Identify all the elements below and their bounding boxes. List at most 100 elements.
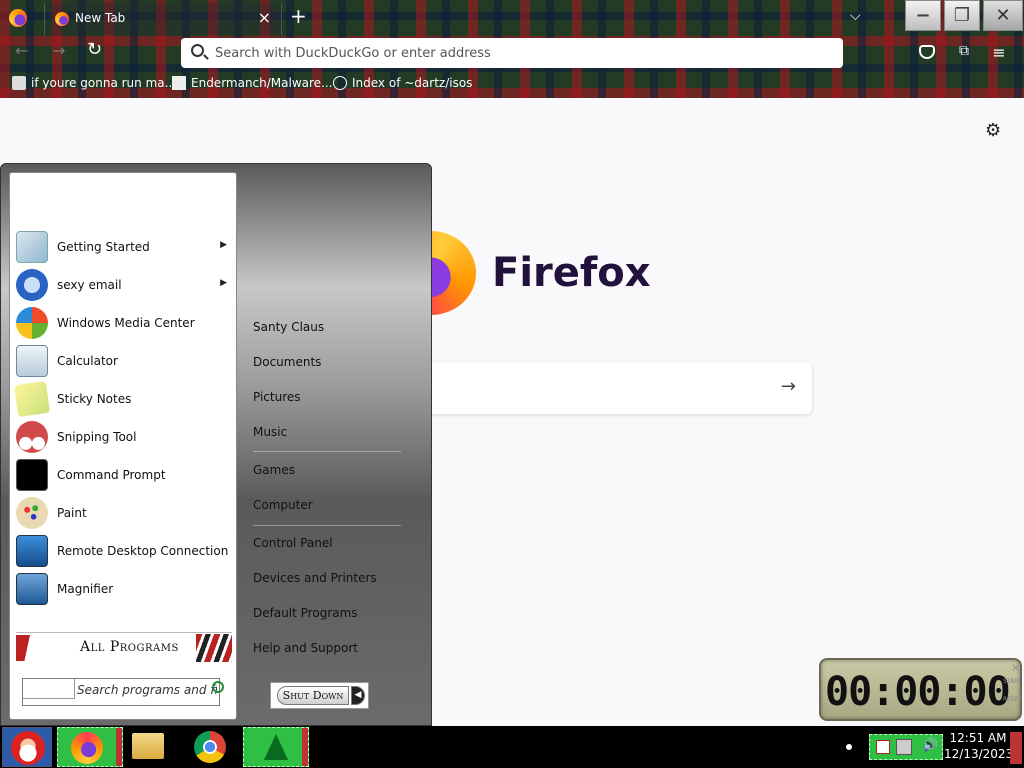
- paint-icon: [16, 497, 48, 529]
- clock-date: 12/13/2023: [944, 747, 1014, 761]
- start-item-default-programs[interactable]: Default Programs: [253, 606, 358, 620]
- forward-icon[interactable]: →: [52, 41, 65, 60]
- taskbar-highlight: [302, 728, 308, 766]
- program-magnifier[interactable]: Magnifier: [16, 571, 231, 607]
- network-icon[interactable]: [896, 739, 912, 755]
- program-windows-media-center[interactable]: Windows Media Center: [16, 305, 231, 341]
- shutdown-group: Shut Down ◀: [270, 682, 369, 709]
- program-label: Calculator: [57, 354, 118, 368]
- program-label: Magnifier: [57, 582, 114, 596]
- programs-pane: Getting Started ▶ sexy email ▶ Windows M…: [9, 172, 237, 720]
- program-calculator[interactable]: Calculator: [16, 343, 231, 379]
- start-item-user[interactable]: Santy Claus: [253, 320, 324, 334]
- minimize-button[interactable]: −: [905, 0, 941, 31]
- program-label: Windows Media Center: [57, 316, 195, 330]
- remote-desktop-icon: [16, 535, 48, 567]
- start-item-help-support[interactable]: Help and Support: [253, 641, 358, 655]
- snipping-tool-icon: [16, 421, 48, 453]
- url-bar[interactable]: [181, 38, 843, 68]
- taskbar: 🔊 12:51 AM 12/13/2023: [0, 726, 1024, 768]
- tab-title: New Tab: [75, 11, 126, 25]
- bookmark-label: Endermanch/Malware...: [191, 76, 333, 90]
- bookmark-item[interactable]: Index of ~dartz/isos: [333, 76, 472, 90]
- firefox-icon: [71, 732, 103, 764]
- program-label: Snipping Tool: [57, 430, 137, 444]
- program-label: Getting Started: [57, 240, 150, 254]
- close-gadget-icon[interactable]: ×: [1011, 661, 1020, 674]
- separator: [253, 451, 401, 452]
- tab-strip: New Tab × + ⌵ − ❐ ✕: [0, 0, 1024, 36]
- program-paint[interactable]: Paint: [16, 495, 231, 531]
- start-item-documents[interactable]: Documents: [253, 355, 321, 369]
- start-button[interactable]: [2, 727, 52, 767]
- calculator-icon: [16, 345, 48, 377]
- program-snipping-tool[interactable]: Snipping Tool: [16, 419, 231, 455]
- christmas-tree-icon: [264, 734, 288, 760]
- start-item-devices-printers[interactable]: Devices and Printers: [253, 571, 377, 585]
- start-item-games[interactable]: Games: [253, 463, 295, 477]
- reload-icon[interactable]: ↻: [87, 39, 102, 60]
- shutdown-button[interactable]: Shut Down: [277, 686, 349, 705]
- timer-reset-button[interactable]: RESET: [1003, 696, 1022, 703]
- hamburger-menu-icon[interactable]: ≡: [990, 43, 1008, 62]
- search-icon: [191, 44, 204, 57]
- media-center-icon: [16, 307, 48, 339]
- tray-overflow-icon[interactable]: [846, 744, 852, 750]
- search-programs-input[interactable]: [77, 683, 217, 697]
- program-command-prompt[interactable]: Command Prompt: [16, 457, 231, 493]
- program-label: Remote Desktop Connection: [57, 544, 229, 558]
- start-item-control-panel[interactable]: Control Panel: [253, 536, 333, 550]
- extensions-icon[interactable]: ⧉: [955, 43, 973, 61]
- start-search-box[interactable]: [22, 678, 220, 706]
- address-input[interactable]: [215, 38, 815, 68]
- volume-icon[interactable]: 🔊: [922, 738, 938, 753]
- system-tray: 🔊: [869, 734, 943, 760]
- santa-start-icon: [11, 731, 45, 765]
- all-programs-button[interactable]: All Programs: [16, 632, 232, 662]
- program-remote-desktop[interactable]: Remote Desktop Connection: [16, 533, 231, 569]
- taskbar-firefox[interactable]: [57, 727, 123, 767]
- arrow-right-icon[interactable]: →: [781, 376, 796, 397]
- nav-bar: ← → ↻ ⧉ ≡: [0, 36, 1024, 70]
- folder-icon: [132, 733, 164, 759]
- action-center-flag-icon[interactable]: [876, 740, 890, 754]
- timer-display: 00:00:00: [825, 669, 1011, 715]
- start-item-computer[interactable]: Computer: [253, 498, 313, 512]
- search-inner-frame: [23, 679, 75, 699]
- program-sexy-email[interactable]: sexy email ▶: [16, 267, 231, 303]
- pocket-icon[interactable]: [919, 45, 935, 59]
- thunderbird-icon: [16, 269, 48, 301]
- program-sticky-notes[interactable]: Sticky Notes: [13, 380, 231, 418]
- command-prompt-icon: [16, 459, 48, 491]
- program-label: Paint: [57, 506, 87, 520]
- sticky-notes-icon: [13, 380, 51, 418]
- taskbar-christmas-tree[interactable]: [243, 727, 309, 767]
- show-desktop-button[interactable]: [1010, 732, 1022, 764]
- firefox-view-icon[interactable]: [9, 9, 27, 27]
- tab-new-tab[interactable]: New Tab ×: [44, 3, 282, 35]
- close-window-button[interactable]: ✕: [983, 0, 1023, 31]
- new-tab-button[interactable]: +: [290, 4, 307, 28]
- back-icon[interactable]: ←: [15, 41, 28, 60]
- clock[interactable]: 12:51 AM 12/13/2023: [944, 730, 1014, 762]
- bookmark-item[interactable]: if youre gonna run ma...: [12, 76, 176, 90]
- list-all-tabs-icon[interactable]: ⌵: [850, 8, 861, 24]
- decorative-stripe: [16, 635, 30, 661]
- bookmark-item[interactable]: Endermanch/Malware...: [172, 76, 333, 90]
- taskbar-explorer[interactable]: [130, 727, 166, 767]
- submenu-arrow-icon: ▶: [220, 278, 227, 288]
- start-item-pictures[interactable]: Pictures: [253, 390, 301, 404]
- taskbar-chrome[interactable]: [193, 727, 229, 767]
- timer-gadget: 00:00:00 × START RESET: [819, 658, 1022, 721]
- github-favicon-icon: [172, 76, 186, 90]
- restore-button[interactable]: ❐: [944, 0, 980, 31]
- close-tab-icon[interactable]: ×: [258, 8, 271, 27]
- gear-icon[interactable]: ⚙: [985, 120, 1001, 141]
- search-icon[interactable]: [212, 681, 224, 693]
- program-label: Command Prompt: [57, 468, 166, 482]
- shutdown-options-icon[interactable]: ◀: [351, 686, 365, 705]
- bookmark-label: if youre gonna run ma...: [31, 76, 177, 90]
- program-getting-started[interactable]: Getting Started ▶: [16, 229, 231, 265]
- timer-start-button[interactable]: START: [1003, 678, 1022, 685]
- start-item-music[interactable]: Music: [253, 425, 287, 439]
